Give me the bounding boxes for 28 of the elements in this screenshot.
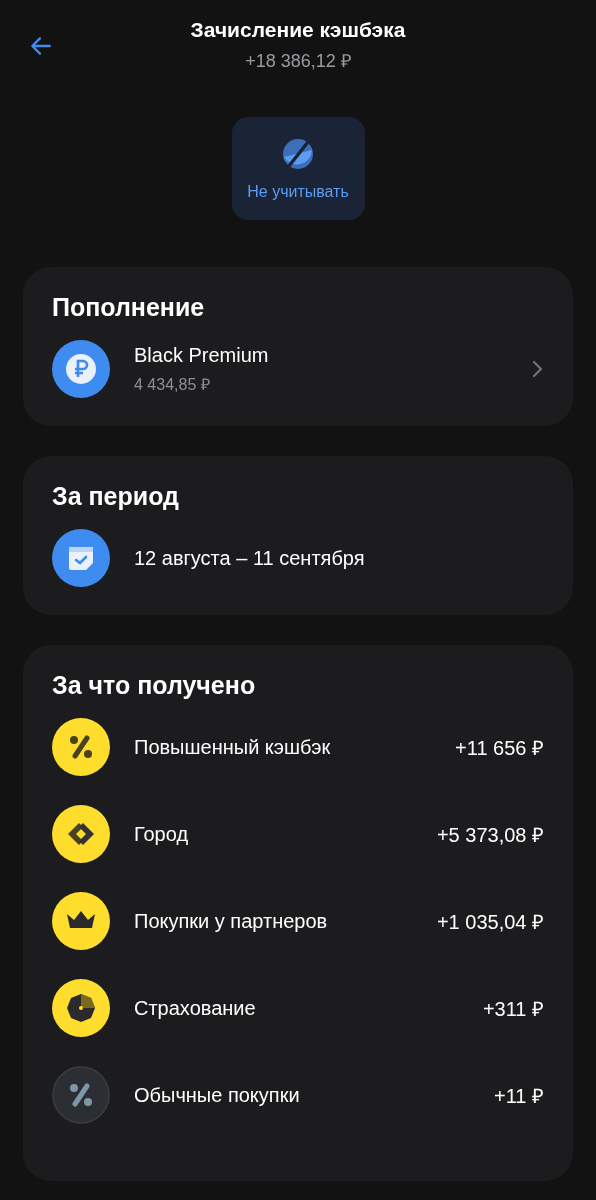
account-name: Black Premium <box>134 343 270 367</box>
cashback-amount: +5 373,08 ₽ <box>436 822 544 848</box>
percent-icon <box>52 718 110 776</box>
crown-icon <box>52 892 110 950</box>
calendar-icon <box>52 529 110 587</box>
screen-title: Зачисление кэшбэка <box>190 18 406 42</box>
cashback-category: Повышенный кэшбэк <box>134 735 332 759</box>
section-title: За период <box>52 482 180 511</box>
chevron-right-icon <box>530 359 544 379</box>
cashback-amount: +11 ₽ <box>494 1083 544 1109</box>
percent-icon <box>52 1066 110 1124</box>
cashback-category: Покупки у партнеров <box>134 909 329 933</box>
cashback-category: Город <box>134 822 190 846</box>
cashback-amount: +1 035,04 ₽ <box>436 909 544 935</box>
period-range: 12 августа – 11 сентября <box>134 546 365 570</box>
crossed-circle-icon <box>281 136 315 171</box>
cashback-amount: +11 656 ₽ <box>455 735 544 761</box>
umbrella-icon <box>52 979 110 1037</box>
section-title: За что получено <box>52 671 257 700</box>
section-title: Пополнение <box>52 293 206 322</box>
cashback-category: Страхование <box>134 996 257 1020</box>
exclude-button[interactable]: Не учитывать <box>231 117 365 220</box>
account-balance: 4 434,85 ₽ <box>134 374 211 395</box>
ruble-coin-icon <box>52 340 110 398</box>
total-amount: +18 386,12 ₽ <box>245 50 351 72</box>
cashback-amount: +311 ₽ <box>482 996 544 1022</box>
account-row[interactable]: Black Premium 4 434,85 ₽ <box>52 340 544 398</box>
cashback-category: Обычные покупки <box>134 1083 301 1107</box>
